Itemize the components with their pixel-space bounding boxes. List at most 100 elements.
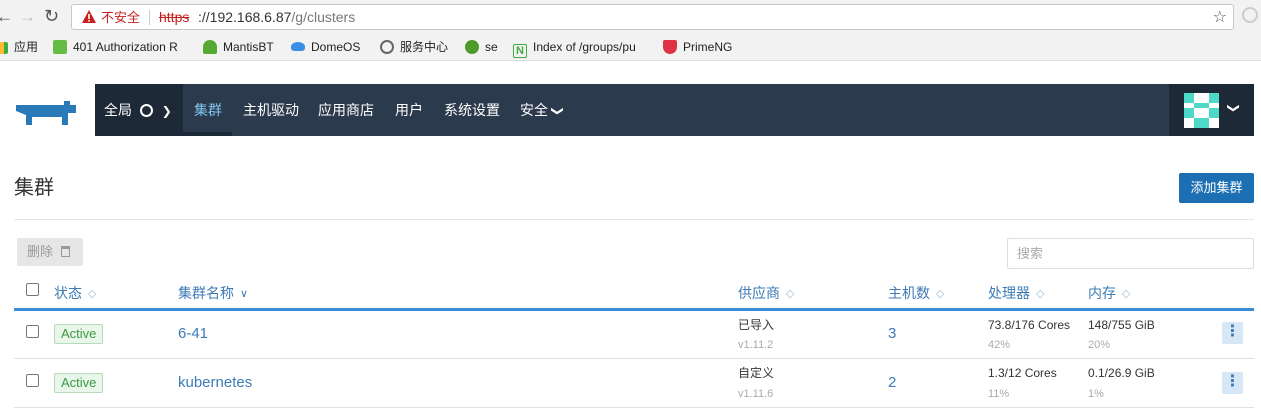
- cpu-percent: 11%: [988, 388, 1010, 400]
- bookmark-label: 401 Authorization R: [73, 40, 178, 54]
- insecure-label[interactable]: 不安全: [101, 10, 140, 26]
- title-divider: [14, 219, 1254, 220]
- memory-percent: 1%: [1088, 388, 1104, 400]
- url-scheme: https: [159, 9, 190, 25]
- column-name-label: 集群名称: [178, 285, 234, 301]
- bookmark-apps[interactable]: 应用: [0, 38, 38, 56]
- gear-icon: [380, 40, 394, 54]
- nav-users[interactable]: 用户: [395, 101, 423, 119]
- row-divider: [14, 358, 1254, 359]
- sort-icon: ◇: [936, 288, 945, 300]
- bookmark-label: PrimeNG: [683, 40, 733, 54]
- nav-clusters[interactable]: 集群: [194, 101, 222, 119]
- site-icon: [53, 40, 67, 54]
- host-count-link[interactable]: 3: [888, 325, 896, 343]
- status-badge: Active: [54, 324, 104, 344]
- search-input[interactable]: [1007, 238, 1254, 269]
- bookmark-label: Index of /groups/pu: [533, 40, 636, 54]
- table-header-divider: [14, 308, 1254, 311]
- row-divider: [14, 407, 1254, 408]
- bookmark-label: DomeOS: [311, 40, 361, 54]
- row-checkbox[interactable]: [26, 325, 39, 338]
- bookmark-star-icon[interactable]: ☆: [1213, 7, 1227, 27]
- nav-security[interactable]: 安全 ❯: [520, 101, 565, 120]
- sort-icon: ◇: [1036, 288, 1045, 300]
- url-host: ://192.168.6.87: [198, 9, 292, 25]
- provider-name: 自定义: [738, 366, 775, 380]
- nav-node-drivers[interactable]: 主机驱动: [243, 101, 299, 119]
- cluster-name-link[interactable]: 6-41: [178, 325, 208, 343]
- provider-version: v1.11.2: [738, 339, 774, 351]
- bookmarks-bar: 应用 401 Authorization R MantisBT DomeOS 服…: [0, 34, 1261, 61]
- back-arrow-icon[interactable]: ←: [0, 7, 13, 27]
- column-cpu-label: 处理器: [988, 285, 1030, 301]
- memory-percent: 20%: [1088, 339, 1111, 351]
- select-all-checkbox[interactable]: [26, 283, 39, 296]
- nav-active-indicator: [183, 132, 232, 136]
- delete-button[interactable]: 删除: [17, 238, 83, 266]
- url-path: /g/clusters: [291, 9, 356, 25]
- column-cpu[interactable]: 处理器 ◇: [988, 284, 1044, 303]
- host-count-link[interactable]: 2: [888, 374, 896, 392]
- memory-usage: 148/755 GiB: [1088, 318, 1155, 332]
- row-checkbox[interactable]: [26, 374, 39, 387]
- mantis-icon: [203, 40, 217, 54]
- page-title: 集群: [14, 177, 54, 199]
- bookmark-label: 应用: [14, 40, 39, 54]
- bookmark-domeos[interactable]: DomeOS: [291, 38, 360, 56]
- apps-grid-icon: [0, 42, 8, 54]
- nav-settings[interactable]: 系统设置: [444, 101, 500, 119]
- cpu-percent: 42%: [988, 339, 1011, 351]
- row-actions-kebab-icon[interactable]: ⋮: [1222, 372, 1243, 394]
- sort-icon: ∨: [240, 288, 249, 300]
- chevron-down-icon: ❯: [551, 105, 566, 117]
- column-name[interactable]: 集群名称 ∨: [178, 284, 248, 303]
- sort-icon: ◇: [786, 288, 795, 300]
- cluster-name-link[interactable]: kubernetes: [178, 374, 252, 392]
- row-actions-kebab-icon[interactable]: ⋮: [1222, 322, 1243, 344]
- bookmark-service-center[interactable]: 服务中心: [380, 38, 448, 56]
- column-memory[interactable]: 内存 ◇: [1088, 284, 1130, 303]
- bookmark-primeng[interactable]: PrimeNG: [663, 38, 732, 56]
- user-menu[interactable]: ❯: [1169, 84, 1254, 136]
- column-hosts[interactable]: 主机数 ◇: [888, 284, 944, 303]
- column-state-label: 状态: [54, 285, 82, 301]
- bookmark-label: MantisBT: [223, 40, 274, 54]
- rancher-logo[interactable]: [0, 84, 95, 136]
- extension-icon[interactable]: [1242, 7, 1258, 23]
- omnibox-divider: [149, 10, 150, 25]
- nav-catalogs[interactable]: 应用商店: [318, 101, 374, 119]
- globe-icon: [139, 104, 153, 117]
- bookmark-index[interactable]: N Index of /groups/pu: [513, 38, 636, 58]
- nav-global-label: 全局: [104, 102, 132, 118]
- chevron-down-icon: ❯: [161, 104, 172, 118]
- shield-icon: [663, 40, 677, 54]
- globe-icon: [465, 40, 479, 54]
- bookmark-mantisbt[interactable]: MantisBT: [203, 38, 274, 56]
- column-hosts-label: 主机数: [888, 285, 930, 301]
- delete-label: 删除: [27, 244, 54, 259]
- main-navbar: 全局 ❯ 集群 主机驱动 应用商店 用户 系统设置 安全 ❯ ❯: [95, 84, 1254, 136]
- browser-toolbar: ← → ↻ 不安全 https ://192.168.6.87/g/cluste…: [0, 0, 1261, 34]
- memory-usage: 0.1/26.9 GiB: [1088, 366, 1155, 380]
- cloud-icon: [291, 42, 305, 51]
- sort-icon: ◇: [88, 288, 97, 300]
- chevron-down-icon: ❯: [1227, 102, 1242, 114]
- bookmark-se[interactable]: se: [465, 38, 498, 56]
- nav-security-label: 安全: [520, 102, 548, 118]
- column-provider-label: 供应商: [738, 285, 780, 301]
- nav-global[interactable]: 全局 ❯: [104, 101, 172, 120]
- column-state[interactable]: 状态 ◇: [54, 284, 96, 303]
- forward-arrow-icon[interactable]: →: [19, 7, 36, 27]
- warning-icon: [82, 10, 96, 23]
- url-text: ://192.168.6.87/g/clusters: [198, 9, 355, 26]
- bookmark-401[interactable]: 401 Authorization R: [53, 38, 178, 56]
- provider-version: v1.11.6: [738, 388, 774, 400]
- add-cluster-button[interactable]: 添加集群: [1179, 173, 1254, 203]
- address-bar[interactable]: 不安全 https ://192.168.6.87/g/clusters ☆: [71, 4, 1234, 30]
- bookmark-label: se: [485, 40, 498, 54]
- column-provider[interactable]: 供应商 ◇: [738, 284, 794, 303]
- n-icon: N: [513, 44, 527, 58]
- column-memory-label: 内存: [1088, 285, 1116, 301]
- reload-icon[interactable]: ↻: [44, 6, 59, 26]
